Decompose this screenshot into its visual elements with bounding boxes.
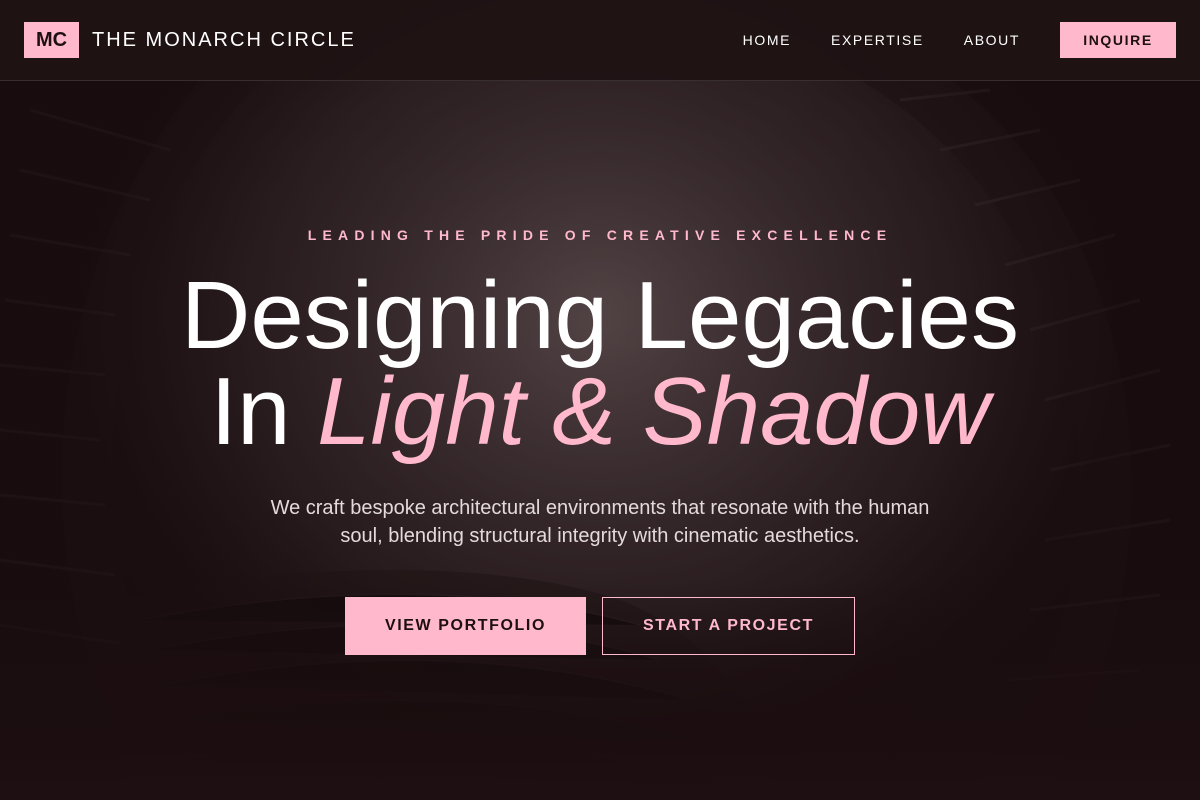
nav-link-about[interactable]: ABOUT	[964, 32, 1020, 48]
view-portfolio-button[interactable]: VIEW PORTFOLIO	[345, 597, 586, 655]
headline-prefix: In	[210, 358, 291, 465]
site-header: MC THE MONARCH CIRCLE HOME EXPERTISE ABO…	[0, 0, 1200, 81]
nav-link-expertise[interactable]: EXPERTISE	[831, 32, 924, 48]
nav-link-home[interactable]: HOME	[743, 32, 791, 48]
start-project-button[interactable]: START A PROJECT	[602, 597, 855, 655]
hero-eyebrow: LEADING THE PRIDE OF CREATIVE EXCELLENCE	[307, 227, 893, 243]
hero-subtitle: We craft bespoke architectural environme…	[270, 497, 930, 547]
hero-section: LEADING THE PRIDE OF CREATIVE EXCELLENCE…	[0, 0, 1200, 800]
hero-buttons: VIEW PORTFOLIO START A PROJECT	[345, 597, 855, 655]
hero-headline: Designing Legacies In Light & Shadow	[0, 268, 1200, 460]
brand-name[interactable]: THE MONARCH CIRCLE	[92, 29, 356, 52]
headline-accent: Light & Shadow	[317, 358, 990, 465]
headline-line-2: In Light & Shadow	[0, 364, 1200, 460]
logo-mark[interactable]: MC	[24, 22, 79, 58]
main-nav: HOME EXPERTISE ABOUT INQUIRE	[743, 22, 1176, 58]
inquire-button[interactable]: INQUIRE	[1060, 22, 1176, 58]
headline-line-1: Designing Legacies	[181, 262, 1019, 369]
